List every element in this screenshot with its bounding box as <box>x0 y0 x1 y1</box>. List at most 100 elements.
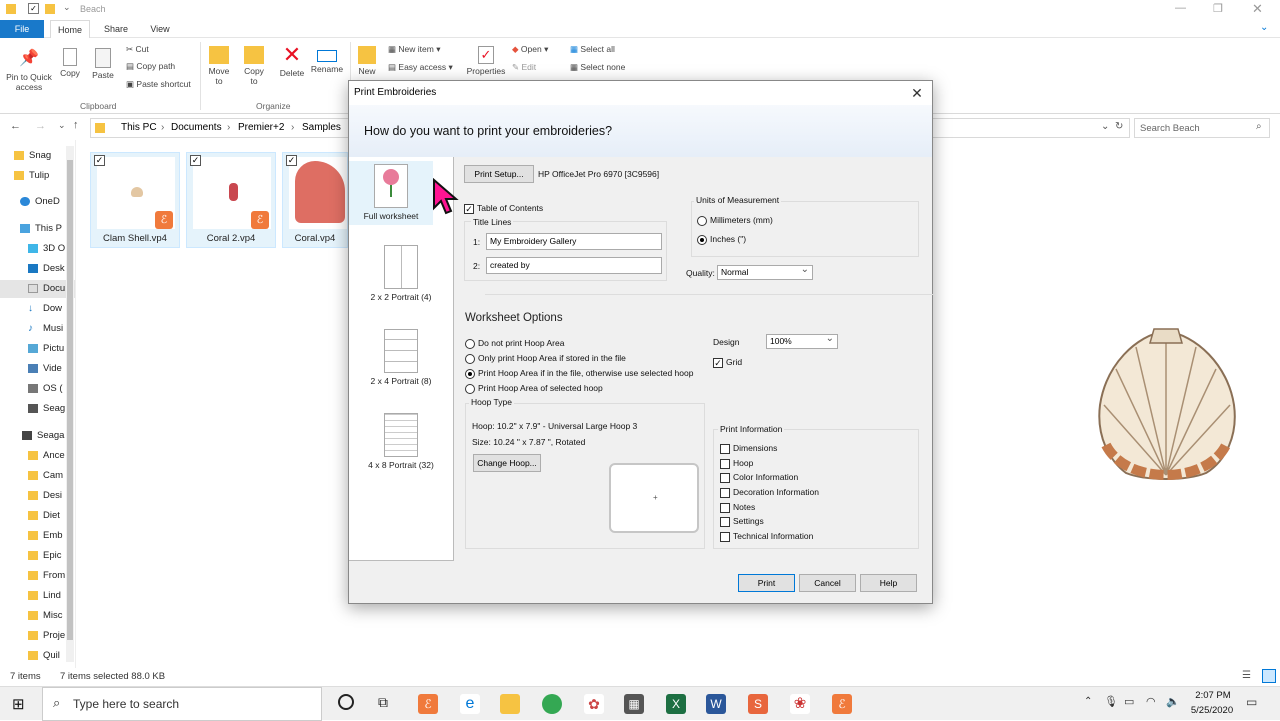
properties-icon[interactable]: ✓ <box>28 3 39 14</box>
radio-unselected[interactable] <box>465 383 475 394</box>
show-hidden-icons-icon[interactable]: ⌃ <box>1084 696 1092 707</box>
title-line-2-input[interactable]: created by <box>486 257 662 274</box>
info-color-checkbox[interactable]: Color Information <box>720 472 798 483</box>
windows-start-icon[interactable]: ⊞ <box>12 695 25 713</box>
print-setup-button[interactable]: Print Setup... <box>464 165 534 183</box>
nav-item-this-pc[interactable]: This P <box>20 220 62 238</box>
customize-qat-icon[interactable]: ⌄ <box>63 2 71 13</box>
tab-share[interactable]: Share <box>96 20 136 38</box>
cancel-button[interactable]: Cancel <box>799 574 856 592</box>
close-button[interactable]: ✕ <box>1252 1 1263 17</box>
new-item-button[interactable]: ▦ New item ▾ <box>388 44 440 55</box>
select-all-button[interactable]: ▦ Select all <box>570 44 615 55</box>
info-technical-checkbox[interactable]: Technical Information <box>720 531 813 542</box>
nav-item[interactable]: Lind <box>28 587 61 605</box>
refresh-icon[interactable]: ↻ <box>1115 121 1123 132</box>
nav-item[interactable]: Epic <box>28 547 61 565</box>
layout-2x4-portrait[interactable]: 2 x 4 Portrait (8) <box>349 329 453 386</box>
battery-icon[interactable]: ▭ <box>1124 695 1134 708</box>
microphone-icon[interactable]: 🎙 <box>1104 695 1118 708</box>
title-line-1-input[interactable]: My Embroidery Gallery <box>486 233 662 250</box>
hoop-option-2[interactable]: Print Hoop Area if in the file, otherwis… <box>465 368 693 379</box>
file-explorer-icon[interactable] <box>500 694 520 714</box>
nav-item[interactable]: Vide <box>28 360 62 378</box>
checkbox-unchecked[interactable] <box>720 443 730 454</box>
checkbox-unchecked[interactable] <box>720 458 730 469</box>
inches-radio[interactable]: Inches (") <box>697 234 746 245</box>
premier-app-icon[interactable]: ℰ <box>418 694 438 714</box>
layout-full-worksheet[interactable]: Full worksheet <box>349 161 433 225</box>
file-checkbox[interactable]: ✓ <box>190 155 201 166</box>
hoop-option-3[interactable]: Print Hoop Area of selected hoop <box>465 383 603 394</box>
dialog-close-icon[interactable]: ✕ <box>908 84 926 102</box>
chevron-down-icon[interactable]: ⌄ <box>1101 121 1109 132</box>
checkbox-unchecked[interactable] <box>720 472 730 483</box>
minimize-button[interactable]: — <box>1175 2 1186 14</box>
properties-button[interactable]: ✓ Properties <box>466 46 506 76</box>
maximize-button[interactable]: ❐ <box>1213 2 1223 15</box>
file-item[interactable]: ℰ ✓ Coral 2.vp4 <box>186 152 276 248</box>
paste-button[interactable]: Paste <box>90 48 116 80</box>
excel-icon[interactable]: X <box>666 694 686 714</box>
nav-scrollbar[interactable] <box>66 146 74 662</box>
info-dimensions-checkbox[interactable]: Dimensions <box>720 443 777 454</box>
breadcrumb-premier[interactable]: Premier+2 <box>238 122 284 133</box>
info-decoration-checkbox[interactable]: Decoration Information <box>720 487 819 498</box>
forward-icon[interactable]: → <box>35 120 46 132</box>
large-icons-view-icon[interactable] <box>1262 669 1276 683</box>
select-none-button[interactable]: ▦ Select none <box>570 62 625 73</box>
copy-path-button[interactable]: ▤ Copy path <box>126 61 175 72</box>
nav-item[interactable]: Snag <box>14 147 51 165</box>
clock-time[interactable]: 2:07 PM <box>1188 690 1238 701</box>
chevron-down-icon[interactable]: ⌄ <box>1260 22 1268 33</box>
taskbar-search[interactable]: ⌕ Type here to search <box>42 687 322 721</box>
embroidery-app-icon[interactable]: ✿ <box>584 694 604 714</box>
file-checkbox[interactable]: ✓ <box>286 155 297 166</box>
radio-selected[interactable] <box>465 368 475 379</box>
radio-unselected[interactable] <box>465 338 475 349</box>
recent-locations-icon[interactable]: ⌄ <box>58 120 66 131</box>
hoop-option-1[interactable]: Only print Hoop Area if stored in the fi… <box>465 353 626 364</box>
search-box[interactable]: Search Beach ⌕ <box>1134 118 1270 138</box>
checkbox-unchecked[interactable] <box>720 516 730 527</box>
easy-access-button[interactable]: ▤ Easy access ▾ <box>388 62 453 73</box>
nav-item[interactable]: ♪ Musi <box>28 320 63 338</box>
nav-item[interactable]: Seag <box>28 400 65 418</box>
help-button[interactable]: Help <box>860 574 917 592</box>
nav-item[interactable]: Seaga <box>22 427 64 445</box>
tab-file[interactable]: File <box>0 20 44 38</box>
nav-item[interactable]: Proje <box>28 627 65 645</box>
open-button[interactable]: ◆ Open ▾ <box>512 44 548 55</box>
change-hoop-button[interactable]: Change Hoop... <box>473 454 541 472</box>
quality-select[interactable]: Normal <box>717 263 813 280</box>
nav-item[interactable]: From <box>28 567 65 585</box>
design-scale-select[interactable]: 100% <box>766 332 838 349</box>
nav-item[interactable]: Tulip <box>14 167 49 185</box>
chrome-icon[interactable] <box>542 694 562 714</box>
wifi-icon[interactable]: ◠ <box>1146 695 1156 708</box>
radio-unselected[interactable] <box>697 215 707 226</box>
checkbox-unchecked[interactable] <box>720 531 730 542</box>
pin-quick-access-button[interactable]: 📌 Pin to Quick access <box>4 48 54 92</box>
edge-icon[interactable]: e <box>460 694 480 714</box>
breadcrumb-samples[interactable]: Samples <box>302 122 341 133</box>
nav-item[interactable]: Ance <box>28 447 65 465</box>
nav-item-documents[interactable]: Docu <box>0 280 75 298</box>
edit-button[interactable]: ✎ Edit <box>512 62 536 73</box>
grid-checkbox[interactable]: ✓ Grid <box>713 357 742 368</box>
volume-icon[interactable]: 🔈 <box>1166 695 1180 708</box>
table-of-contents-checkbox[interactable]: ✓ Table of Contents <box>464 203 543 214</box>
details-view-icon[interactable]: ☰ <box>1242 670 1251 681</box>
layout-2x2-portrait[interactable]: 2 x 2 Portrait (4) <box>349 245 453 302</box>
info-hoop-checkbox[interactable]: Hoop <box>720 458 753 469</box>
rose-app-icon[interactable]: ❀ <box>790 694 810 714</box>
nav-item[interactable]: OS ( <box>28 380 63 398</box>
snagit-icon[interactable]: S <box>748 694 768 714</box>
nav-item[interactable]: Pictu <box>28 340 64 358</box>
file-checkbox[interactable]: ✓ <box>94 155 105 166</box>
checkbox-unchecked[interactable] <box>720 487 730 498</box>
info-notes-checkbox[interactable]: Notes <box>720 502 755 513</box>
millimeters-radio[interactable]: Millimeters (mm) <box>697 215 773 226</box>
breadcrumb-this-pc[interactable]: This PC <box>121 122 157 133</box>
new-folder-button[interactable]: New <box>356 46 378 76</box>
